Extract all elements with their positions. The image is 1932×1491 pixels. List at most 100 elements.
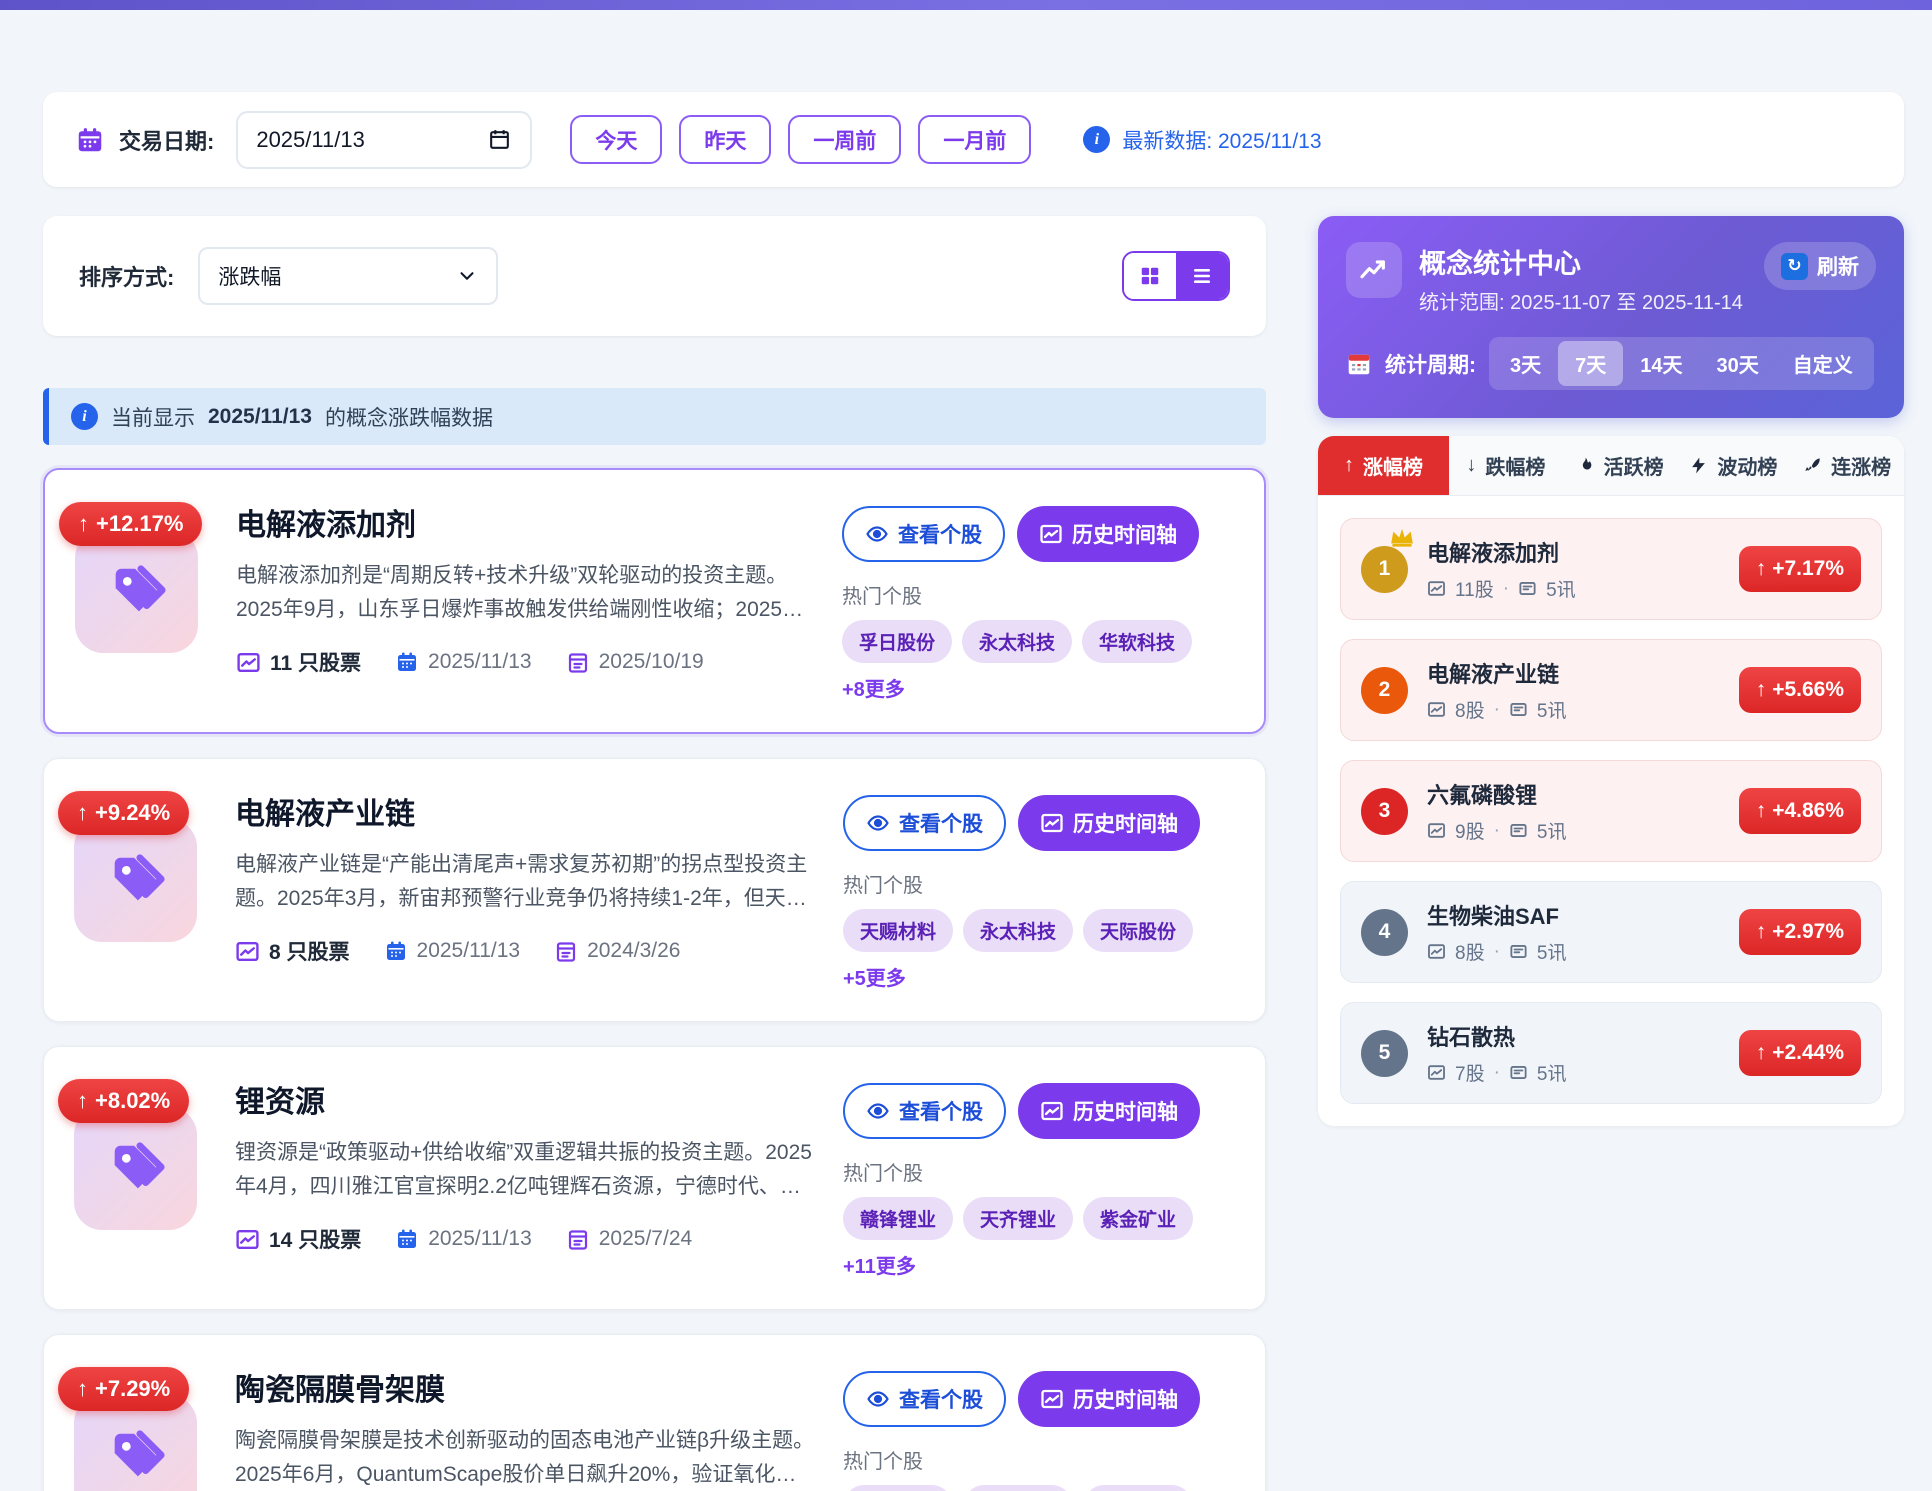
stocks-chart-icon [235, 939, 260, 964]
change-value: +9.24% [95, 800, 170, 826]
refresh-button[interactable]: ↻ 刷新 [1764, 242, 1876, 290]
update-date: 2025/11/13 [428, 650, 532, 674]
concept-title: 电解液产业链 [235, 789, 817, 833]
week-ago-button[interactable]: 一周前 [788, 115, 901, 164]
change-badge: ↑+4.86% [1739, 788, 1861, 834]
tab-label: 连涨榜 [1831, 451, 1891, 480]
more-stocks-link[interactable]: +8更多 [842, 673, 905, 702]
stock-chip[interactable]: 紫金矿业 [1083, 1197, 1193, 1240]
change-badge: ↑+8.02% [58, 1079, 189, 1123]
period-30d[interactable]: 30天 [1700, 341, 1776, 386]
change-badge: ↑+12.17% [59, 502, 202, 546]
stock-count: 11 只股票 [270, 647, 361, 677]
stock-chip[interactable]: 天齐锂业 [963, 1197, 1073, 1240]
concept-name: 六氟磷酸锂 [1427, 778, 1566, 810]
period-custom[interactable]: 自定义 [1776, 341, 1870, 386]
stock-chip[interactable]: 东峰集团 [1083, 1485, 1193, 1491]
view-stocks-button[interactable]: 查看个股 [842, 506, 1005, 562]
stock-chip[interactable]: 永太科技 [962, 620, 1072, 663]
month-ago-button[interactable]: 一月前 [918, 115, 1031, 164]
banner-suffix: 的概念涨跌幅数据 [325, 402, 493, 432]
view-stocks-button[interactable]: 查看个股 [843, 795, 1006, 851]
ranking-item[interactable]: 2 电解液产业链 8股 · 5讯 ↑+5.66% [1340, 639, 1882, 741]
timeline-chart-icon [1039, 522, 1063, 546]
history-timeline-label: 历史时间轴 [1073, 1096, 1178, 1126]
more-stocks-link[interactable]: +11更多 [843, 1250, 916, 1279]
dot-separator: · [1503, 578, 1509, 600]
stock-chip[interactable]: 华软科技 [1082, 620, 1192, 663]
history-timeline-label: 历史时间轴 [1073, 808, 1178, 838]
history-timeline-button[interactable]: 历史时间轴 [1018, 1371, 1200, 1427]
grid-view-button[interactable] [1124, 253, 1176, 299]
arrow-up-icon: ↑ [77, 800, 88, 826]
more-stocks-link[interactable]: +5更多 [843, 962, 906, 991]
flame-icon [1576, 456, 1595, 475]
view-stocks-button[interactable]: 查看个股 [843, 1371, 1006, 1427]
concept-card[interactable]: ↑+9.24% 电解液产业链 电解液产业链是“产能出清尾声+需求复苏初期”的拐点… [43, 758, 1266, 1022]
today-button[interactable]: 今天 [570, 115, 662, 164]
concept-card[interactable]: ↑+8.02% 锂资源 锂资源是“政策驱动+供给收缩”双重逻辑共振的投资主题。2… [43, 1046, 1266, 1310]
tab-active[interactable]: 活跃榜 [1563, 436, 1677, 495]
tab-streak[interactable]: 连涨榜 [1790, 436, 1904, 495]
period-14d[interactable]: 14天 [1623, 341, 1699, 386]
stock-chip[interactable]: 佛塑科技 [963, 1485, 1073, 1491]
history-timeline-button[interactable]: 历史时间轴 [1018, 1083, 1200, 1139]
yesterday-button[interactable]: 昨天 [679, 115, 771, 164]
ranking-item[interactable]: 5 钻石散热 7股 · 5讯 ↑+2.44% [1340, 1002, 1882, 1104]
sort-select[interactable]: 涨跌幅 [198, 247, 498, 305]
arrow-up-icon: ↑ [1756, 1041, 1767, 1065]
tab-volatility[interactable]: 波动榜 [1677, 436, 1791, 495]
update-date: 2025/11/13 [417, 939, 521, 963]
stock-chip[interactable]: 星源材质 [843, 1485, 953, 1491]
concept-stats: 8股 · 5讯 [1427, 696, 1566, 723]
history-timeline-label: 历史时间轴 [1073, 1384, 1178, 1414]
concept-tile: ↑+8.02% [74, 1107, 197, 1279]
ranking-item[interactable]: 1 电解液添加剂 11股 · 5讯 ↑+7.17% [1340, 518, 1882, 620]
concept-name: 生物柴油SAF [1427, 899, 1566, 931]
history-timeline-button[interactable]: 历史时间轴 [1018, 795, 1200, 851]
period-7d[interactable]: 7天 [1558, 341, 1623, 386]
tab-losers[interactable]: ↓跌幅榜 [1449, 436, 1563, 495]
concept-card[interactable]: ↑+7.29% 陶瓷隔膜骨架膜 陶瓷隔膜骨架膜是技术创新驱动的固态电池产业链β升… [43, 1334, 1266, 1491]
list-view-button[interactable] [1176, 253, 1228, 299]
latest-data-status: i 最新数据: 2025/11/13 [1083, 125, 1321, 155]
arrow-down-icon: ↓ [1466, 454, 1476, 477]
concept-description: 锂资源是“政策驱动+供给收缩”双重逻辑共振的投资主题。2025年4月，四川雅江官… [235, 1136, 817, 1204]
period-3d[interactable]: 3天 [1493, 341, 1558, 386]
stock-chip[interactable]: 永太科技 [963, 909, 1073, 952]
timeline-chart-icon [1040, 811, 1064, 835]
change-value: +4.86% [1772, 799, 1844, 823]
ranking-item[interactable]: 3 六氟磷酸锂 9股 · 5讯 ↑+4.86% [1340, 760, 1882, 862]
eye-icon [866, 1387, 890, 1411]
concept-card-body: 锂资源 锂资源是“政策驱动+供给收缩”双重逻辑共振的投资主题。2025年4月，四… [235, 1075, 843, 1279]
concept-card[interactable]: ↑+12.17% 电解液添加剂 电解液添加剂是“周期反转+技术升级”双轮驱动的投… [43, 468, 1266, 734]
view-stocks-button[interactable]: 查看个股 [843, 1083, 1006, 1139]
mini-calendar-icon [1346, 351, 1372, 377]
change-value: +7.29% [95, 1376, 170, 1402]
change-badge: ↑ +9.24% [58, 791, 189, 835]
tag-tile [74, 819, 197, 942]
stock-chip[interactable]: 孚日股份 [842, 620, 952, 663]
stock-chip[interactable]: 天赐材料 [843, 909, 953, 952]
create-date-icon [554, 939, 578, 963]
date-picker-icon[interactable] [487, 127, 512, 152]
history-timeline-button[interactable]: 历史时间轴 [1017, 506, 1199, 562]
concept-card-body: 陶瓷隔膜骨架膜 陶瓷隔膜骨架膜是技术创新驱动的固态电池产业链β升级主题。2025… [235, 1363, 843, 1491]
news-count: 5讯 [1537, 817, 1567, 844]
hot-stocks-label: 热门个股 [843, 1445, 1235, 1474]
dot-separator: · [1494, 820, 1500, 842]
stock-chip[interactable]: 赣锋锂业 [843, 1197, 953, 1240]
tab-gainers[interactable]: ↑涨幅榜 [1318, 436, 1449, 495]
hot-stocks-label: 热门个股 [842, 580, 1234, 609]
trade-date-input[interactable]: 2025/11/13 [236, 111, 532, 169]
ranking-item[interactable]: 4 生物柴油SAF 8股 · 5讯 ↑+2.97% [1340, 881, 1882, 983]
change-value: +8.02% [95, 1088, 170, 1114]
change-badge: ↑+5.66% [1739, 667, 1861, 713]
change-badge: ↑+2.44% [1739, 1030, 1861, 1076]
period-label: 统计周期: [1385, 349, 1476, 379]
stats-panel-title: 概念统计中心 [1419, 242, 1743, 281]
concept-card-actions: 查看个股 历史时间轴 热门个股 孚日股份 永太科技 华软科技 +8更多 [842, 498, 1234, 702]
crown-icon [1389, 526, 1415, 548]
tag-tile [74, 1107, 197, 1230]
stock-chip[interactable]: 天际股份 [1083, 909, 1193, 952]
